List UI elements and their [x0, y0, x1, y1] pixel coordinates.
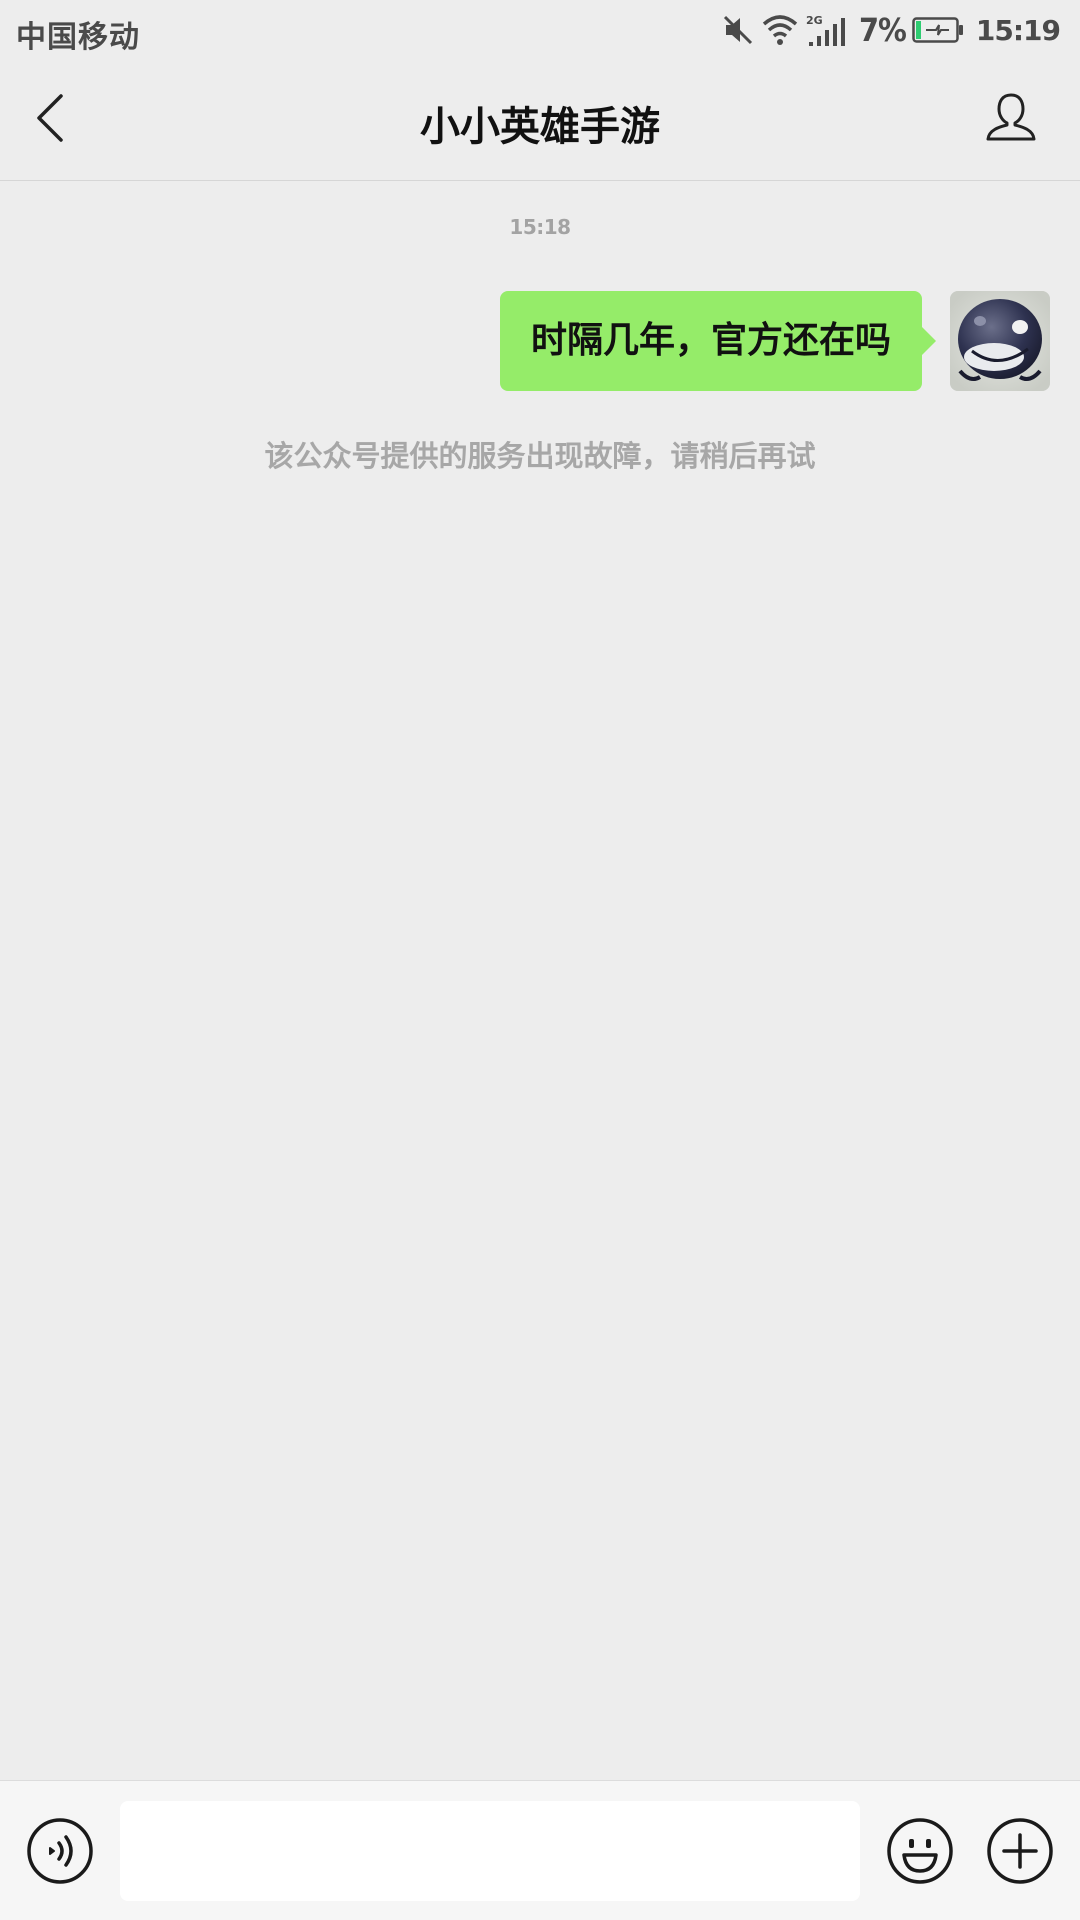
- network-type-label: 2G: [806, 14, 823, 27]
- plus-icon: [987, 1818, 1053, 1884]
- chat-area[interactable]: 15:18 时隔几年，官方还在吗 该公众号提供的服务出现故障，请稍后再试: [0, 181, 1080, 1780]
- profile-button[interactable]: [980, 88, 1042, 150]
- emoji-icon: [887, 1818, 953, 1884]
- status-bar: 中国移动 2G 7% 15:19: [0, 0, 1080, 62]
- message-row: 时隔几年，官方还在吗: [499, 291, 1050, 391]
- status-indicators: 2G 7% 15:19: [721, 10, 1061, 50]
- avatar-image: [950, 291, 1050, 391]
- carrier-name: 中国移动: [16, 20, 140, 55]
- status-time: 15:19: [975, 13, 1061, 47]
- voice-icon: [27, 1818, 93, 1884]
- battery-charging-icon: [912, 17, 964, 43]
- wifi-icon: [761, 13, 799, 47]
- message-input[interactable]: [120, 1801, 860, 1901]
- system-notice: 该公众号提供的服务出现故障，请稍后再试: [264, 439, 816, 473]
- page-title: 小小英雄手游: [420, 104, 660, 150]
- sent-message-bubble[interactable]: 时隔几年，官方还在吗: [499, 291, 937, 391]
- more-options-button[interactable]: [986, 1817, 1054, 1885]
- input-bar: [0, 1780, 1080, 1920]
- emoji-button[interactable]: [886, 1817, 954, 1885]
- signal-icon: 2G: [805, 12, 853, 48]
- nav-bar: 小小英雄手游: [0, 62, 1080, 181]
- voice-button[interactable]: [26, 1817, 94, 1885]
- chat-screen: 中国移动 2G 7% 15:19 小小英雄手游 15:18 时隔几年，官方还在吗…: [0, 0, 1080, 1920]
- mute-icon: [721, 13, 755, 47]
- avatar[interactable]: [950, 291, 1050, 391]
- person-icon: [985, 92, 1037, 146]
- message-timestamp: 15:18: [509, 215, 571, 239]
- battery-percentage: 7%: [858, 11, 907, 49]
